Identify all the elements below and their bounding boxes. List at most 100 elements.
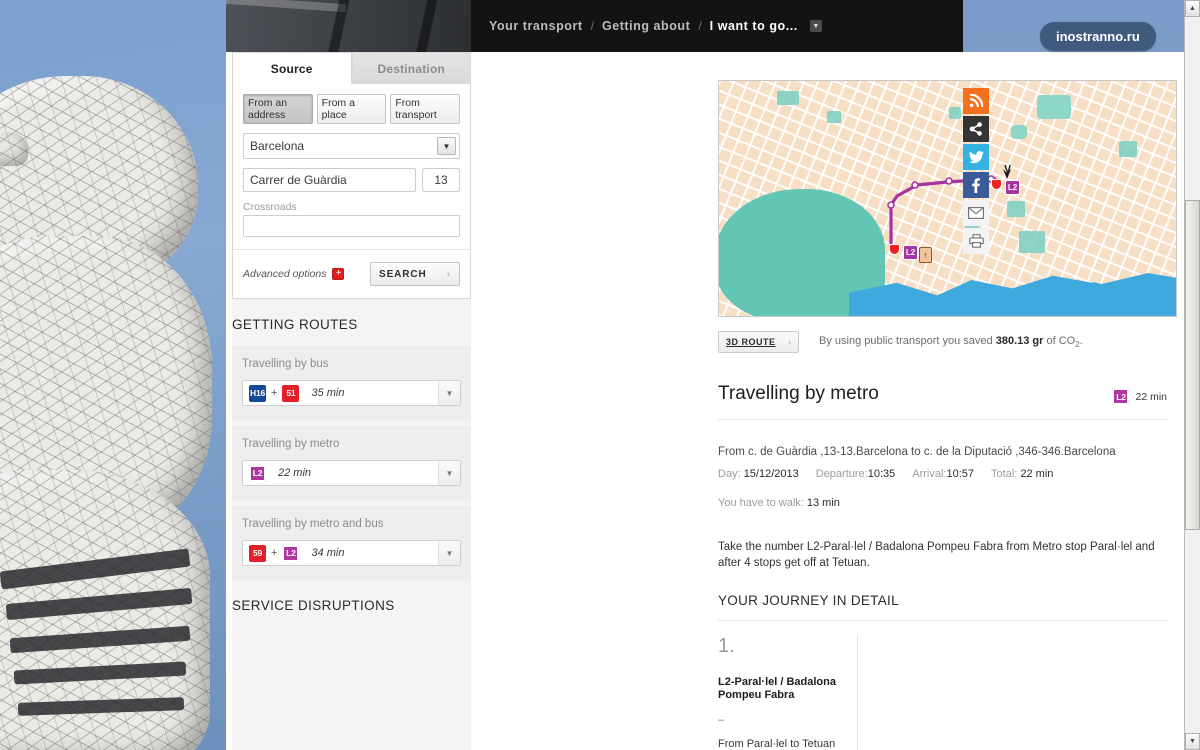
route-meta: Day: 15/12/2013 Departure:10:35 Arrival:…: [718, 468, 1167, 509]
meta-total: Total: 22 min: [991, 468, 1053, 480]
gaudi-chimney-photo: [0, 0, 226, 750]
step-from-to: From Paral·lel to Tetuan: [718, 738, 843, 750]
meta-day: Day: 15/12/2013: [718, 468, 799, 480]
chevron-down-icon[interactable]: ▼: [437, 137, 456, 155]
co2-prefix: By using public transport you saved: [819, 335, 993, 347]
route-duration: 35 min: [311, 387, 344, 399]
site-watermark-badge: inostranno.ru: [1040, 22, 1156, 51]
map-route-path: [719, 81, 1177, 317]
chevron-down-icon[interactable]: ▼: [438, 541, 460, 565]
route-option-metro-bus: Travelling by metro and bus 59 + L2 34 m…: [232, 506, 471, 580]
meta-key: Departure:: [816, 468, 868, 480]
search-button[interactable]: SEARCH ›: [370, 262, 460, 286]
meta-value: 22 min: [1020, 468, 1053, 480]
street-input[interactable]: Carrer de Guàrdia: [243, 168, 416, 192]
site-page: Your transport / Getting about / I want …: [226, 0, 963, 750]
plus-separator: +: [271, 387, 277, 399]
route-map[interactable]: L2 L2 ↑: [718, 80, 1177, 317]
3d-route-button[interactable]: 3D ROUTE ›: [718, 331, 799, 353]
breadcrumb-separator: /: [591, 19, 594, 33]
meta-key: Arrival:: [912, 468, 946, 480]
city-select-value: Barcelona: [250, 139, 304, 153]
line-badge: 51: [282, 385, 299, 402]
hero-highlight: [226, 0, 346, 12]
service-disruptions-title: SERVICE DISRUPTIONS: [232, 580, 471, 627]
origin-mode-buttons: From an address From a place From transp…: [243, 94, 460, 124]
scrollbar-thumb[interactable]: [1185, 200, 1200, 530]
twitter-icon[interactable]: [963, 144, 989, 170]
line-badge: L2: [282, 545, 299, 562]
co2-savings-text: By using public transport you saved 380.…: [819, 335, 1083, 349]
meta-value: 15/12/2013: [744, 468, 799, 480]
source-destination-tabs: Source Destination: [232, 52, 471, 84]
breadcrumb-separator: /: [698, 19, 701, 33]
meta-value: 13 min: [807, 497, 840, 509]
advanced-options-toggle[interactable]: Advanced options +: [243, 268, 344, 280]
map-origin-metro-badge: L2: [903, 245, 918, 260]
scroll-down-arrow[interactable]: ▼: [1185, 733, 1200, 750]
journey-step-placeholder: [858, 635, 1167, 750]
co2-period: .: [1080, 335, 1083, 347]
3d-route-label: 3D ROUTE: [726, 337, 776, 347]
share-icon[interactable]: [963, 116, 989, 142]
plus-separator: +: [271, 547, 277, 559]
breadcrumb: Your transport / Getting about / I want …: [471, 0, 963, 52]
city-select[interactable]: Barcelona ▼: [243, 133, 460, 159]
breadcrumb-item-your-transport[interactable]: Your transport: [489, 19, 583, 33]
street-number-input[interactable]: 13: [422, 168, 460, 192]
co2-amount: 380.13 gr: [996, 335, 1044, 347]
route-option-label: Travelling by bus: [242, 358, 461, 370]
search-sidebar: Source Destination From an address From …: [232, 52, 471, 750]
journey-step: 1. L2-Paral·lel / Badalona Pompeu Fabra …: [718, 635, 858, 750]
step-dash: –: [718, 714, 843, 726]
crossroads-input[interactable]: [243, 215, 460, 237]
map-walk-icon: ↑: [919, 247, 932, 263]
route-instruction: Take the number L2-Paral·lel / Badalona …: [718, 539, 1167, 571]
route-option-metro: Travelling by metro L2 22 min ▼: [232, 426, 471, 500]
email-icon[interactable]: [963, 200, 989, 226]
journey-steps: 1. L2-Paral·lel / Badalona Pompeu Fabra …: [718, 635, 1167, 750]
from-an-address-button[interactable]: From an address: [243, 94, 313, 124]
plus-icon[interactable]: +: [332, 268, 344, 280]
route-results-panel: L2 L2 ↑ 3D ROUTE › By using public trans…: [696, 52, 1189, 750]
route-select-metro[interactable]: L2 22 min ▼: [242, 460, 461, 486]
route-option-label: Travelling by metro and bus: [242, 518, 461, 530]
getting-routes-title: GETTING ROUTES: [232, 299, 471, 346]
chevron-down-icon[interactable]: ▼: [438, 381, 460, 405]
city-row: Barcelona ▼: [243, 133, 460, 159]
chevron-down-icon[interactable]: ▼: [438, 461, 460, 485]
route-option-bus: Travelling by bus H16 + 51 35 min ▼: [232, 346, 471, 420]
meta-arrival: Arrival:10:57: [912, 468, 974, 480]
route-duration: 34 min: [311, 547, 344, 559]
hero-beam: [415, 0, 440, 52]
breadcrumb-item-i-want-to-go[interactable]: I want to go...: [710, 19, 798, 33]
route-endpoints: From c. de Guàrdia ,13-13.Barcelona to c…: [718, 446, 1167, 458]
page-title: Travelling by metro: [718, 383, 879, 405]
print-icon[interactable]: [963, 228, 989, 254]
crossroads-label: Crossroads: [243, 201, 460, 213]
from-a-place-button[interactable]: From a place: [317, 94, 387, 124]
rss-icon[interactable]: [963, 88, 989, 114]
route-select-metro-bus[interactable]: 59 + L2 34 min ▼: [242, 540, 461, 566]
chevron-down-icon[interactable]: ▼: [810, 20, 822, 32]
journey-detail-title: YOUR JOURNEY IN DETAIL: [718, 593, 1167, 621]
social-share-rail: [963, 88, 989, 256]
street-row: Carrer de Guàrdia 13: [243, 168, 460, 192]
scroll-up-arrow[interactable]: ▲: [1185, 0, 1200, 17]
chevron-right-icon: ›: [447, 269, 451, 280]
meta-walk: You have to walk: 13 min: [718, 497, 840, 509]
co2-row: 3D ROUTE › By using public transport you…: [718, 331, 1167, 353]
advanced-options-label: Advanced options: [243, 268, 326, 280]
line-badge: L2: [249, 465, 266, 482]
origin-form: From an address From a place From transp…: [232, 84, 471, 299]
breadcrumb-item-getting-about[interactable]: Getting about: [602, 19, 690, 33]
browser-scrollbar[interactable]: ▲ ▼: [1184, 0, 1200, 750]
facebook-icon[interactable]: [963, 172, 989, 198]
from-transport-button[interactable]: From transport: [390, 94, 460, 124]
tab-source[interactable]: Source: [232, 52, 352, 84]
tab-destination[interactable]: Destination: [352, 52, 472, 84]
chevron-right-icon: ›: [788, 337, 791, 347]
street-input-value: Carrer de Guàrdia: [250, 173, 347, 187]
meta-value: 10:35: [868, 468, 896, 480]
route-select-bus[interactable]: H16 + 51 35 min ▼: [242, 380, 461, 406]
